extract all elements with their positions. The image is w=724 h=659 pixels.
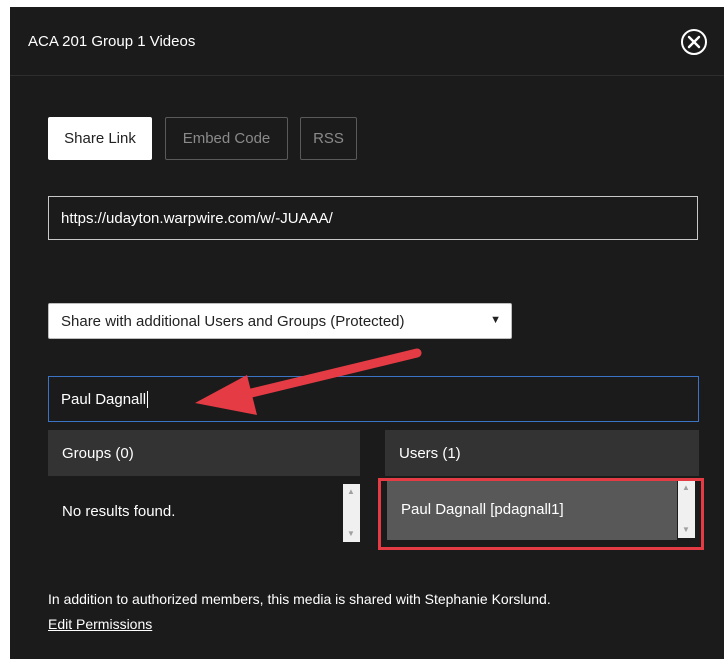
text-cursor [147, 390, 149, 408]
share-link-field[interactable]: https://udayton.warpwire.com/w/-JUAAA/ [48, 196, 698, 240]
edit-permissions-link[interactable]: Edit Permissions [48, 616, 152, 632]
groups-empty-message: No results found. [62, 503, 176, 520]
caret-down-icon: ▼ [490, 314, 501, 326]
tab-embed-code[interactable]: Embed Code [165, 117, 288, 160]
users-panel-header: Users (1) [385, 430, 699, 476]
scroll-up-icon[interactable]: ▲ [682, 484, 690, 492]
groups-panel-header: Groups (0) [48, 430, 360, 476]
users-results-list: Paul Dagnall [pdagnall1] ▲ ▼ [385, 476, 699, 546]
tab-share-link[interactable]: Share Link [48, 117, 152, 160]
share-dialog: ACA 201 Group 1 Videos Share Link Embed … [10, 7, 724, 659]
groups-scrollbar[interactable]: ▲ ▼ [343, 484, 360, 542]
close-circle-icon [681, 29, 707, 55]
groups-header-label: Groups (0) [62, 444, 134, 462]
users-header-label: Users (1) [399, 444, 461, 462]
dialog-title: ACA 201 Group 1 Videos [28, 33, 196, 50]
share-link-value: https://udayton.warpwire.com/w/-JUAAA/ [61, 209, 333, 227]
scroll-down-icon[interactable]: ▼ [347, 530, 355, 538]
share-notice: In addition to authorized members, this … [48, 591, 551, 607]
search-input-value: Paul Dagnall [61, 390, 147, 408]
users-scrollbar[interactable]: ▲ ▼ [678, 480, 695, 538]
user-result-label: Paul Dagnall [pdagnall1] [401, 500, 564, 518]
scroll-down-icon[interactable]: ▼ [682, 526, 690, 534]
scroll-up-icon[interactable]: ▲ [347, 488, 355, 496]
user-result-item[interactable]: Paul Dagnall [pdagnall1] [387, 478, 677, 540]
close-button[interactable] [679, 27, 709, 57]
tab-rss[interactable]: RSS [300, 117, 357, 160]
dialog-header: ACA 201 Group 1 Videos [10, 7, 724, 76]
share-select-value: Share with additional Users and Groups (… [61, 312, 405, 330]
groups-results-list: No results found. ▲ ▼ [48, 476, 360, 546]
annotation-arrow-icon [195, 348, 422, 415]
share-permission-select[interactable]: Share with additional Users and Groups (… [48, 303, 512, 339]
